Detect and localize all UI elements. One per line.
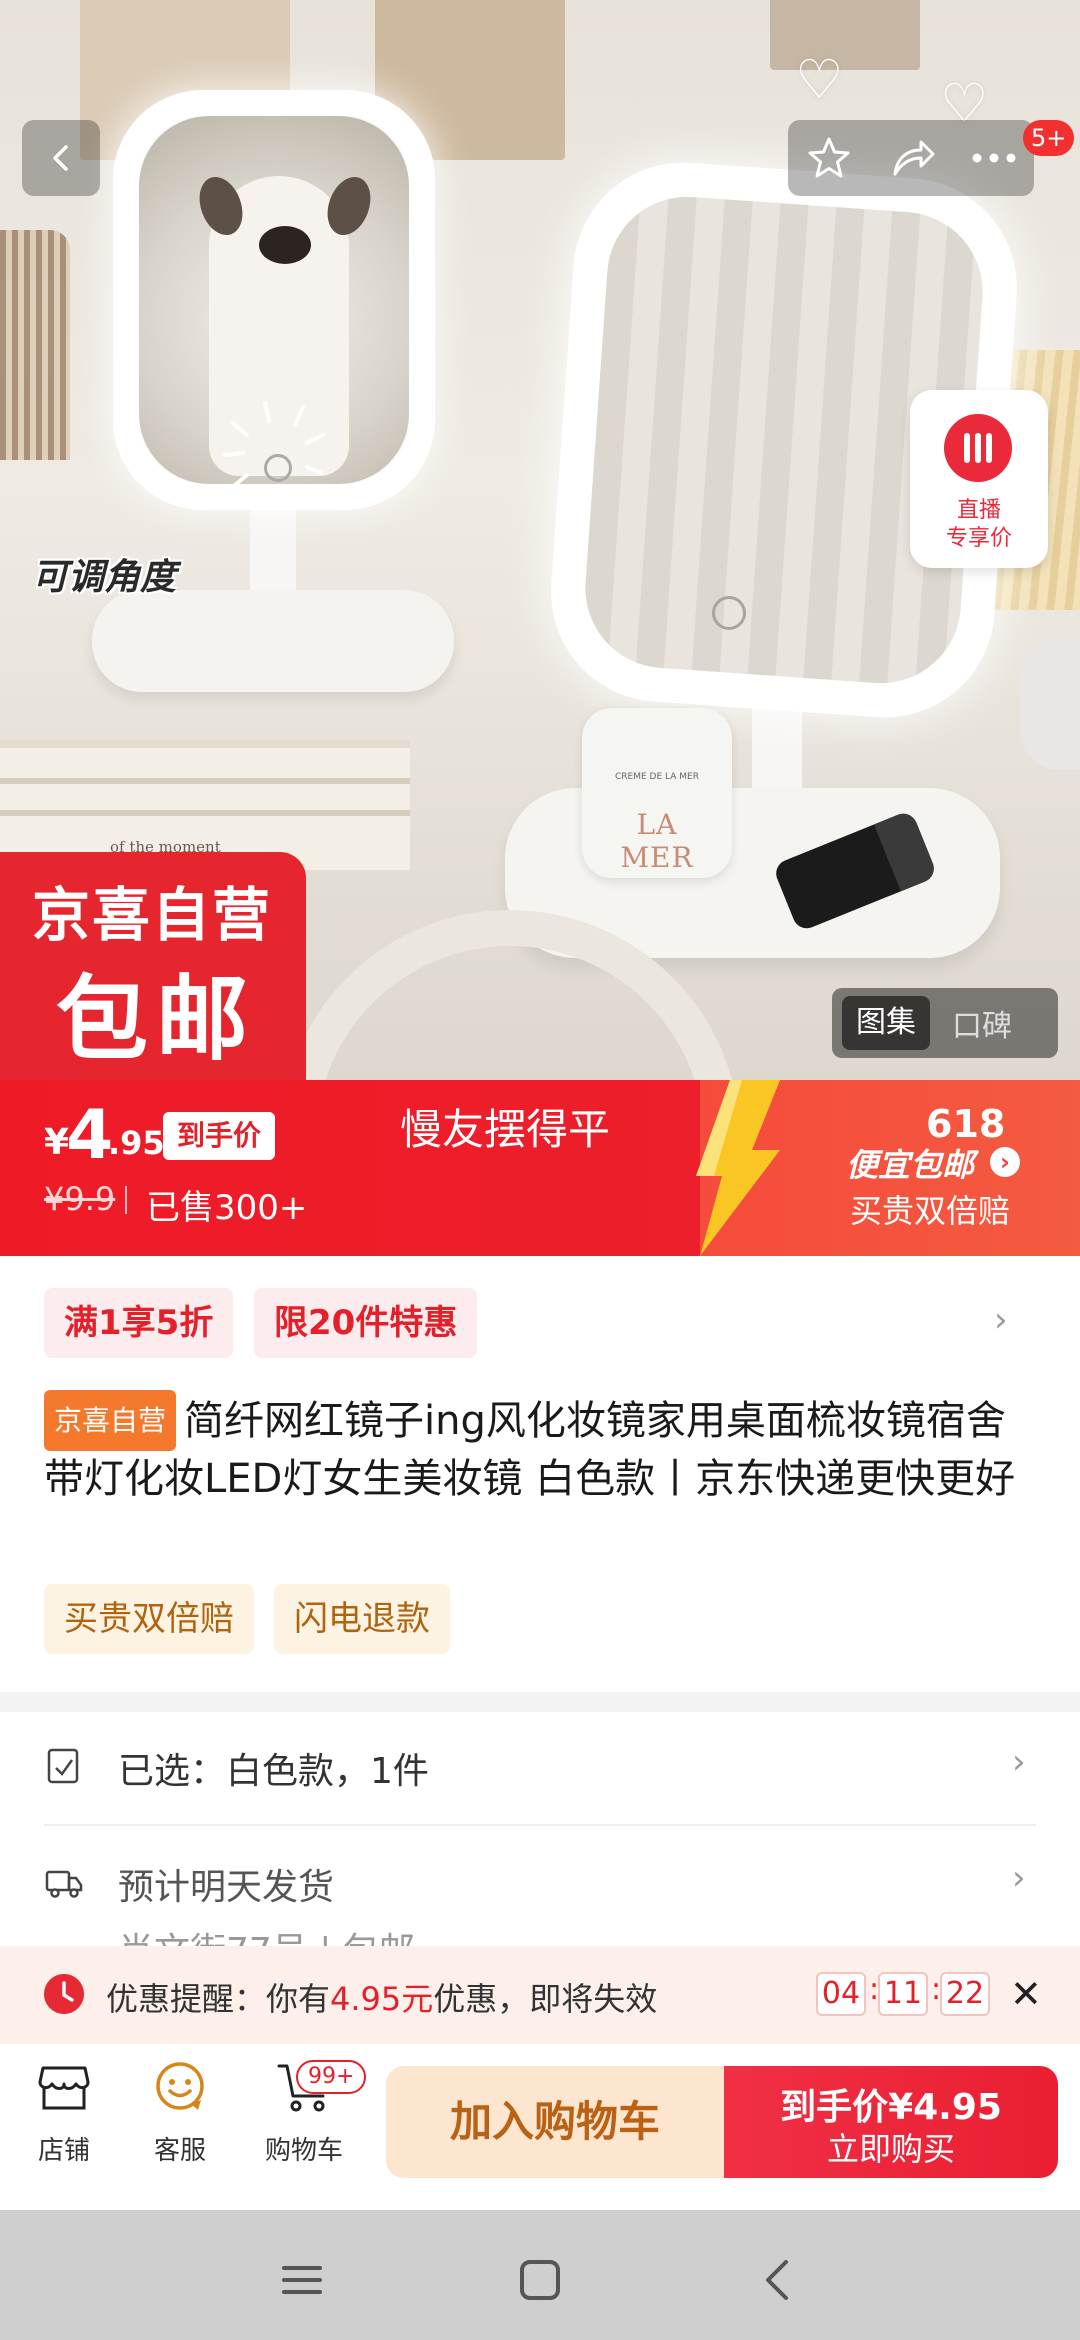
back-button[interactable] xyxy=(22,120,100,196)
bottom-action-bar: 店铺 客服 购物车 99+ 加入购物车 到手价¥4.95 立即购买 xyxy=(0,2044,1080,2210)
chevron-right-icon[interactable]: › xyxy=(990,1147,1020,1177)
reminder-amount: 4.95元 xyxy=(330,1980,434,2018)
promo-double-refund: 买贵双倍赔 xyxy=(850,1192,1011,1230)
service-tag[interactable]: 闪电退款 xyxy=(274,1584,450,1654)
buy-now-label: 立即购买 xyxy=(826,2130,955,2168)
jar-brand-label: LA MER xyxy=(620,808,694,874)
back-nav-icon[interactable] xyxy=(748,2250,808,2310)
share-icon[interactable] xyxy=(887,134,937,182)
sparkle-lines-icon xyxy=(223,401,325,487)
service-icon xyxy=(156,2062,204,2110)
sold-count: 已售300+ xyxy=(146,1188,308,1228)
original-price: ¥9.9 xyxy=(44,1180,116,1218)
chevron-right-icon: › xyxy=(1012,1858,1026,1898)
live-icon xyxy=(944,414,1012,482)
promo-free-shipping[interactable]: 便宜包邮 xyxy=(846,1140,974,1186)
customer-service-button[interactable]: 客服 xyxy=(130,2058,230,2167)
makeup-brushes-photo xyxy=(0,230,70,460)
store-icon xyxy=(38,2066,90,2110)
product-title: 京喜自营 简纤网红镜子ing风化妆镜家用桌面梳妆镜宿舍带灯化妆LED灯女生美妆镜 … xyxy=(44,1390,1044,1508)
chevron-right-icon[interactable]: › xyxy=(994,1300,1008,1340)
vase-photo xyxy=(1020,640,1080,770)
promo-slogan: 慢友摆得平 xyxy=(400,1105,611,1154)
product-info-card: 满1享5折 限20件特惠 › 京喜自营 简纤网红镜子ing风化妆镜家用桌面梳妆镜宿… xyxy=(0,1256,1080,1692)
more-icon[interactable] xyxy=(971,152,1017,164)
close-icon[interactable]: ✕ xyxy=(1010,1972,1042,2016)
store-button[interactable]: 店铺 xyxy=(14,2058,114,2167)
gallery-tab-switch[interactable]: 图集 口碑 xyxy=(832,988,1058,1058)
truck-icon xyxy=(45,1870,83,1898)
live-price-label: 专享价 xyxy=(945,526,1012,551)
touch-button-icon xyxy=(712,596,746,630)
selected-spec-text: 已选：白色款，1件 xyxy=(118,1751,429,1792)
message-count-badge: 5+ xyxy=(1023,120,1075,156)
clock-icon xyxy=(44,1974,84,2014)
price-integer: 4 xyxy=(66,1096,114,1175)
chevron-right-icon: › xyxy=(1012,1742,1026,1782)
service-tag[interactable]: 买贵双倍赔 xyxy=(44,1584,254,1654)
angle-adjust-caption: 可调角度 xyxy=(32,557,177,598)
back-icon xyxy=(53,145,68,171)
star-icon[interactable] xyxy=(805,134,853,182)
cart-count-badge: 99+ xyxy=(296,2060,367,2094)
lightning-icon xyxy=(696,1080,780,1256)
shipping-text: 预计明天发货 xyxy=(118,1867,335,1908)
system-navigation-bar xyxy=(0,2210,1080,2340)
jingxi-badge: 京喜自营 xyxy=(44,1390,177,1451)
spec-card: 已选：白色款，1件 › 预计明天发货 › 肖文街77号 | 包邮 xyxy=(0,1712,1080,1952)
final-price-tag: 到手价 xyxy=(163,1112,276,1160)
menu-icon[interactable] xyxy=(272,2250,332,2310)
discount-tag[interactable]: 限20件特惠 xyxy=(254,1288,478,1358)
home-icon[interactable] xyxy=(510,2250,570,2310)
price-decimal: .95 xyxy=(108,1124,165,1162)
live-price-button[interactable]: 直播 专享价 xyxy=(910,390,1048,568)
wall-note xyxy=(770,0,920,70)
jingxi-banner-line1: 京喜自营 xyxy=(32,881,273,949)
price-bar: ¥ 4 .95 到手价 ¥9.9 已售300+ 慢友摆得平 618 便宜包邮 ›… xyxy=(0,1080,1080,1256)
tab-reviews[interactable]: 口碑 xyxy=(952,1001,1012,1045)
mirror-base xyxy=(92,590,454,692)
tab-gallery[interactable]: 图集 xyxy=(842,996,930,1050)
timer-seconds: 22 xyxy=(940,1972,990,2016)
heart-doodle-icon: ♡ xyxy=(795,48,844,111)
discount-tag[interactable]: 满1享5折 xyxy=(44,1288,234,1358)
timer-hours: 04 xyxy=(816,1972,866,2016)
add-to-cart-button[interactable]: 加入购物车 xyxy=(386,2066,724,2178)
buy-now-button[interactable]: 到手价¥4.95 立即购买 xyxy=(724,2066,1058,2178)
timer-minutes: 11 xyxy=(878,1972,928,2016)
coupon-reminder: 优惠提醒：你有4.95元优惠，即将失效 04 : 11 : 22 ✕ xyxy=(0,1946,1080,2044)
top-action-group xyxy=(788,120,1034,196)
reminder-text: 优惠提醒：你有4.95元优惠，即将失效 xyxy=(106,1980,658,2018)
jingxi-banner-line2: 包邮 xyxy=(56,966,257,1073)
spec-select-icon xyxy=(47,1748,79,1784)
buy-price-label: 到手价¥4.95 xyxy=(780,2087,1002,2128)
